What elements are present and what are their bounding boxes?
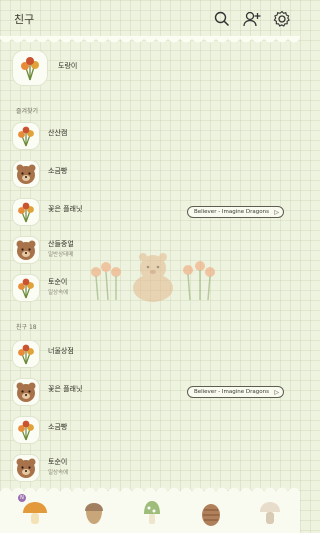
nav-notification-badge: N bbox=[18, 494, 26, 502]
add-friend-icon[interactable] bbox=[242, 9, 262, 29]
friend-name: 산들중얼 bbox=[48, 240, 74, 248]
my-avatar bbox=[12, 50, 48, 86]
bottom-nav bbox=[0, 492, 300, 533]
avatar bbox=[12, 122, 40, 150]
flower-icon bbox=[18, 202, 34, 223]
friend-name: 토순이 bbox=[48, 278, 68, 286]
friend-name: 너울상점 bbox=[48, 347, 74, 355]
settings-gear-icon[interactable] bbox=[272, 9, 292, 29]
header-scallop-border bbox=[0, 36, 300, 46]
background-illustration bbox=[88, 252, 218, 302]
avatar bbox=[12, 160, 40, 188]
friends-section-label: 친구 18 bbox=[16, 324, 37, 331]
nav-chat-acorn-icon[interactable] bbox=[79, 498, 109, 528]
avatar bbox=[12, 236, 40, 264]
my-profile-row[interactable]: 도랑이 bbox=[12, 50, 292, 86]
flower-icon bbox=[18, 420, 34, 441]
favorites-section-label: 즐겨찾기 bbox=[16, 108, 39, 115]
play-icon: ▷ bbox=[274, 389, 279, 396]
flower-icon bbox=[18, 278, 34, 299]
avatar bbox=[12, 274, 40, 302]
header-icons bbox=[212, 9, 292, 29]
flower-icon bbox=[18, 126, 34, 147]
friend-row[interactable]: 소금빵 bbox=[12, 160, 292, 190]
friend-name: 소금빵 bbox=[48, 423, 68, 431]
flower-icon bbox=[21, 57, 39, 81]
friend-row[interactable]: 토순이일상속에 bbox=[12, 454, 292, 484]
bear-icon bbox=[16, 164, 36, 184]
friend-name: 꽃은 플래닛 bbox=[48, 385, 83, 393]
search-icon[interactable] bbox=[212, 9, 232, 29]
nav-view-green-mushroom-icon[interactable] bbox=[137, 498, 167, 528]
friend-row[interactable]: 산산캠 bbox=[12, 122, 292, 152]
avatar bbox=[12, 378, 40, 406]
profile-music-button[interactable]: Believer - Imagine Dragons ▷ bbox=[186, 386, 284, 398]
bear-icon bbox=[16, 382, 36, 402]
friend-row[interactable]: 꽃은 플래닛 Believer - Imagine Dragons ▷ bbox=[12, 378, 292, 408]
avatar bbox=[12, 454, 40, 482]
header: 친구 bbox=[0, 0, 300, 40]
avatar bbox=[12, 198, 40, 226]
status-message: 일상속에 bbox=[48, 470, 69, 476]
friend-row[interactable]: 너울상점 bbox=[12, 340, 292, 370]
friend-row[interactable]: 소금빵 bbox=[12, 416, 292, 446]
bear-icon bbox=[16, 458, 36, 478]
status-message: 일반상태메 bbox=[48, 252, 74, 258]
profile-music-button[interactable]: Believer - Imagine Dragons ▷ bbox=[186, 206, 284, 218]
page-title: 친구 bbox=[14, 13, 35, 26]
friend-name: 소금빵 bbox=[48, 167, 68, 175]
nav-more-white-mushroom-icon[interactable] bbox=[255, 498, 285, 528]
music-title: Believer - Imagine Dragons bbox=[193, 389, 269, 395]
status-message: 일상속에 bbox=[48, 290, 69, 296]
bear-icon bbox=[16, 240, 36, 260]
friend-row[interactable]: 꽃은 플래닛 Believer - Imagine Dragons ▷ bbox=[12, 198, 292, 228]
nav-shopping-pinecone-icon[interactable] bbox=[196, 498, 226, 528]
my-name: 도랑이 bbox=[58, 62, 78, 70]
friend-name: 꽃은 플래닛 bbox=[48, 205, 83, 213]
friend-name: 산산캠 bbox=[48, 129, 68, 137]
play-icon: ▷ bbox=[274, 209, 279, 216]
music-title: Believer - Imagine Dragons bbox=[193, 209, 269, 215]
nav-friends-mushroom-icon[interactable] bbox=[20, 498, 50, 528]
avatar bbox=[12, 340, 40, 368]
flower-icon bbox=[18, 344, 34, 365]
avatar bbox=[12, 416, 40, 444]
friend-name: 토순이 bbox=[48, 458, 68, 466]
